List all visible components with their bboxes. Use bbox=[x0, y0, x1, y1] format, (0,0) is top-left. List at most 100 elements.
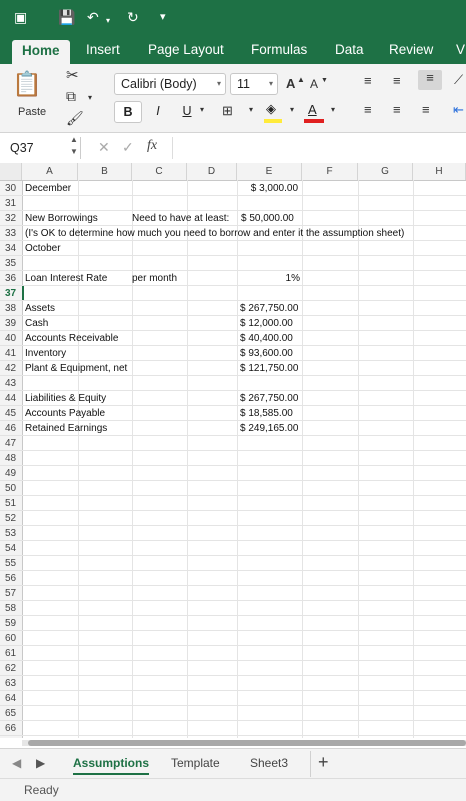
row-header-32[interactable]: 32 bbox=[0, 211, 22, 226]
cell-e39[interactable]: $ 12,000.00 bbox=[240, 316, 293, 331]
underline-button[interactable]: U bbox=[174, 101, 200, 123]
row-header-30[interactable]: 30 bbox=[0, 181, 22, 196]
align-center-icon[interactable]: ≡ bbox=[393, 102, 401, 117]
redo-icon[interactable]: ↻ bbox=[127, 8, 139, 26]
cell-a36[interactable]: Loan Interest Rate bbox=[25, 271, 107, 286]
insert-function-icon[interactable]: fx bbox=[147, 138, 157, 154]
tab-formulas[interactable]: Formulas bbox=[251, 42, 307, 57]
row-header-60[interactable]: 60 bbox=[0, 631, 22, 646]
align-middle-icon[interactable]: ≡ bbox=[393, 73, 401, 88]
underline-dropdown-icon[interactable]: ▾ bbox=[200, 105, 204, 114]
row-header-31[interactable]: 31 bbox=[0, 196, 22, 211]
italic-button[interactable]: I bbox=[145, 101, 171, 123]
row-header-51[interactable]: 51 bbox=[0, 496, 22, 511]
borders-icon[interactable]: ⊞ bbox=[222, 103, 233, 119]
scrollbar-thumb[interactable] bbox=[28, 740, 466, 746]
cell-e30[interactable]: $ 3,000.00 bbox=[240, 181, 298, 196]
row-header-34[interactable]: 34 bbox=[0, 241, 22, 256]
column-header-h[interactable]: H bbox=[413, 163, 466, 180]
formula-input[interactable] bbox=[172, 137, 465, 159]
tab-insert[interactable]: Insert bbox=[86, 42, 120, 57]
confirm-icon[interactable]: ✓ bbox=[122, 139, 134, 156]
name-box-down-icon[interactable]: ▼ bbox=[70, 147, 78, 156]
row-header-65[interactable]: 65 bbox=[0, 706, 22, 721]
name-box-up-icon[interactable]: ▲ bbox=[70, 135, 78, 144]
row-header-36[interactable]: 36 bbox=[0, 271, 22, 286]
cell-e40[interactable]: $ 40,400.00 bbox=[240, 331, 293, 346]
row-header-43[interactable]: 43 bbox=[0, 376, 22, 391]
cell-a30[interactable]: December bbox=[25, 181, 71, 196]
cell-a41[interactable]: Inventory bbox=[25, 346, 66, 361]
row-header-62[interactable]: 62 bbox=[0, 661, 22, 676]
row-header-53[interactable]: 53 bbox=[0, 526, 22, 541]
sheet-tab-assumptions[interactable]: Assumptions bbox=[73, 756, 150, 775]
copy-icon[interactable]: ⧉ bbox=[66, 88, 76, 105]
column-header-g[interactable]: G bbox=[358, 163, 413, 180]
font-name-select[interactable]: Calibri (Body) ▾ bbox=[114, 73, 226, 95]
select-all-corner[interactable] bbox=[0, 163, 22, 180]
cell-a39[interactable]: Cash bbox=[25, 316, 48, 331]
paste-label[interactable]: Paste bbox=[18, 106, 46, 118]
row-header-49[interactable]: 49 bbox=[0, 466, 22, 481]
orientation-icon[interactable]: ⟋ bbox=[454, 72, 463, 88]
cell-e36[interactable]: 1% bbox=[242, 271, 300, 286]
undo-icon[interactable]: ↶ bbox=[87, 8, 99, 26]
column-header-b[interactable]: B bbox=[78, 163, 132, 180]
row-header-55[interactable]: 55 bbox=[0, 556, 22, 571]
column-header-e[interactable]: E bbox=[237, 163, 302, 180]
tab-home[interactable]: Home bbox=[12, 40, 70, 64]
grow-font-icon[interactable]: A bbox=[286, 76, 295, 91]
row-header-59[interactable]: 59 bbox=[0, 616, 22, 631]
paste-icon[interactable]: 📋 bbox=[12, 70, 42, 99]
row-header-57[interactable]: 57 bbox=[0, 586, 22, 601]
copy-dropdown-icon[interactable]: ▾ bbox=[88, 93, 92, 102]
cell-e38[interactable]: $ 267,750.00 bbox=[240, 301, 298, 316]
cell-e42[interactable]: $ 121,750.00 bbox=[240, 361, 298, 376]
fill-color-icon[interactable]: ◈ bbox=[262, 101, 284, 123]
cell-a46[interactable]: Retained Earnings bbox=[25, 421, 107, 436]
row-header-61[interactable]: 61 bbox=[0, 646, 22, 661]
cell-a44[interactable]: Liabilities & Equity bbox=[25, 391, 106, 406]
cell-a33[interactable]: (I's OK to determine how much you need t… bbox=[25, 226, 404, 241]
fill-color-dropdown-icon[interactable]: ▾ bbox=[290, 105, 294, 114]
horizontal-scrollbar[interactable] bbox=[22, 740, 466, 746]
font-size-select[interactable]: 11 ▾ bbox=[230, 73, 278, 95]
row-header-52[interactable]: 52 bbox=[0, 511, 22, 526]
cell-a42[interactable]: Plant & Equipment, net bbox=[25, 361, 127, 376]
row-header-67[interactable]: 67 bbox=[0, 736, 22, 738]
row-header-45[interactable]: 45 bbox=[0, 406, 22, 421]
column-header-c[interactable]: C bbox=[132, 163, 187, 180]
row-header-58[interactable]: 58 bbox=[0, 601, 22, 616]
row-header-46[interactable]: 46 bbox=[0, 421, 22, 436]
tab-view-overflow[interactable]: V bbox=[456, 42, 465, 57]
align-right-icon[interactable]: ≡ bbox=[422, 102, 430, 117]
cell-a40[interactable]: Accounts Receivable bbox=[25, 331, 118, 346]
cut-icon[interactable]: ✂ bbox=[66, 66, 79, 84]
cell-e41[interactable]: $ 93,600.00 bbox=[240, 346, 293, 361]
row-header-63[interactable]: 63 bbox=[0, 676, 22, 691]
cell-a34[interactable]: October bbox=[25, 241, 61, 256]
row-header-48[interactable]: 48 bbox=[0, 451, 22, 466]
row-header-50[interactable]: 50 bbox=[0, 481, 22, 496]
customize-toolbar-icon[interactable]: ▾ bbox=[160, 8, 166, 26]
indent-icon[interactable]: ⇤ bbox=[453, 102, 464, 118]
align-left-icon[interactable]: ≡ bbox=[364, 102, 372, 117]
name-box[interactable]: Q37 bbox=[4, 138, 68, 158]
row-header-56[interactable]: 56 bbox=[0, 571, 22, 586]
cell-e44[interactable]: $ 267,750.00 bbox=[240, 391, 298, 406]
cell-e45[interactable]: $ 18,585.00 bbox=[240, 406, 293, 421]
row-header-54[interactable]: 54 bbox=[0, 541, 22, 556]
align-top-icon[interactable]: ≡ bbox=[364, 73, 372, 88]
row-header-66[interactable]: 66 bbox=[0, 721, 22, 736]
row-header-35[interactable]: 35 bbox=[0, 256, 22, 271]
row-header-33[interactable]: 33 bbox=[0, 226, 22, 241]
bold-button[interactable]: B bbox=[114, 101, 142, 123]
cell-c32[interactable]: Need to have at least: bbox=[132, 211, 229, 226]
cancel-icon[interactable]: ✕ bbox=[98, 139, 110, 156]
column-header-a[interactable]: A bbox=[22, 163, 78, 180]
save-icon[interactable]: 💾 bbox=[58, 8, 75, 26]
cell-a38[interactable]: Assets bbox=[25, 301, 55, 316]
row-header-47[interactable]: 47 bbox=[0, 436, 22, 451]
row-header-39[interactable]: 39 bbox=[0, 316, 22, 331]
next-sheet-icon[interactable]: ▶ bbox=[36, 756, 45, 770]
